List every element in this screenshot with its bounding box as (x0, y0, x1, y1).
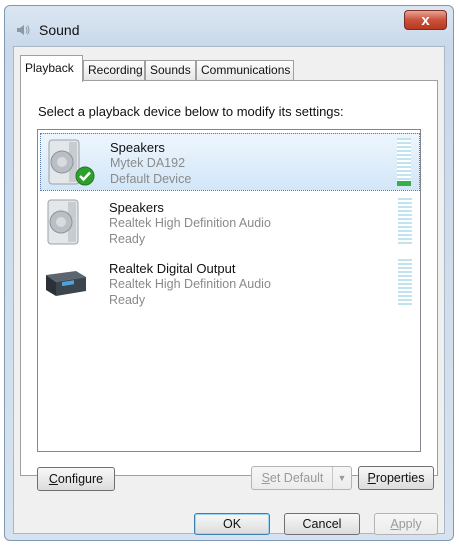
sound-icon (17, 25, 30, 35)
dialog-body: Playback Recording Sounds Communications… (13, 46, 445, 535)
device-list[interactable]: Speakers Mytek DA192 Default Device Spea… (37, 129, 421, 452)
default-check-icon (75, 166, 95, 186)
properties-accesskey: P (367, 471, 376, 485)
device-name: Speakers (109, 200, 164, 215)
device-name: Realtek Digital Output (109, 261, 236, 276)
chevron-down-icon[interactable]: ▼ (332, 467, 351, 489)
apply-label: pply (398, 517, 422, 531)
cancel-button[interactable]: Cancel (284, 513, 360, 535)
configure-button[interactable]: Configure (37, 467, 115, 491)
level-meter (397, 138, 411, 186)
device-status: Ready (109, 232, 146, 246)
set-default-accesskey: S (261, 471, 270, 485)
tab-recording[interactable]: Recording (83, 60, 145, 80)
window-title: Sound (39, 22, 80, 38)
playback-panel: Select a playback device below to modify… (20, 80, 438, 491)
ok-button[interactable]: OK (194, 513, 270, 535)
device-status: Ready (109, 293, 146, 307)
instruction-text: Select a playback device below to modify… (38, 104, 344, 119)
tab-playback[interactable]: Playback (20, 55, 83, 82)
set-default-label: et Default (269, 471, 324, 485)
device-item-realtek-speakers[interactable]: Speakers Realtek High Definition Audio R… (40, 194, 420, 252)
properties-button[interactable]: Properties (358, 466, 434, 490)
device-description: Realtek High Definition Audio (109, 277, 271, 291)
apply-accesskey: A (390, 517, 399, 531)
configure-button-label: onfigure (57, 472, 104, 486)
properties-label: roperties (375, 471, 425, 485)
tab-sounds[interactable]: Sounds (145, 60, 196, 80)
close-button[interactable]: x (404, 10, 447, 30)
sound-dialog: Sound x Playback Recording Sounds Commun… (4, 5, 454, 541)
device-item-realtek-digital-output[interactable]: Realtek Digital Output Realtek High Defi… (40, 255, 420, 313)
speaker-icon (47, 199, 79, 245)
device-item-mytek-speakers[interactable]: Speakers Mytek DA192 Default Device (40, 133, 420, 191)
device-name: Speakers (110, 140, 165, 155)
set-default-button[interactable]: Set Default ▼ (251, 466, 352, 490)
title-bar[interactable]: Sound x (5, 6, 453, 46)
apply-button[interactable]: Apply (374, 513, 438, 535)
digital-output-icon (46, 271, 86, 296)
level-meter (398, 198, 412, 246)
level-meter (398, 259, 412, 307)
configure-button-accesskey: C (48, 472, 58, 486)
device-description: Realtek High Definition Audio (109, 216, 271, 230)
level-meter-fill (397, 181, 411, 186)
device-description: Mytek DA192 (110, 156, 186, 170)
device-status: Default Device (110, 172, 192, 186)
tab-communications[interactable]: Communications (196, 60, 294, 80)
